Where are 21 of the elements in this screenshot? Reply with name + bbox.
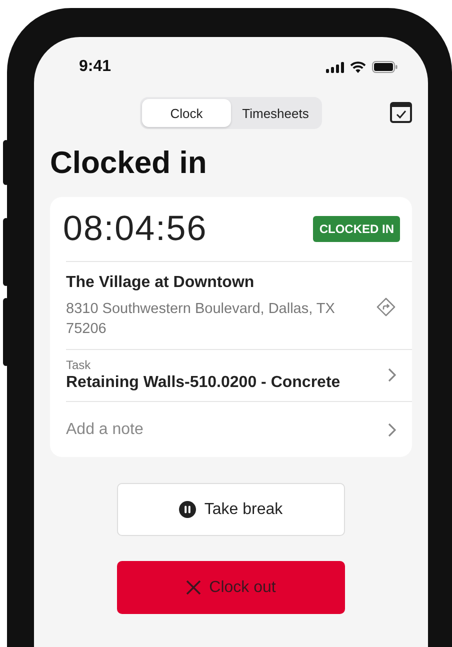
wifi-icon: [350, 61, 366, 73]
status-badge: CLOCKED IN: [313, 216, 400, 242]
chevron-right-icon[interactable]: [388, 422, 396, 436]
status-time: 9:41: [79, 58, 112, 76]
task-value[interactable]: Retaining Walls-510.0200 - Concrete: [66, 374, 340, 392]
page-title: Clocked in: [50, 144, 208, 182]
directions-icon[interactable]: [376, 296, 396, 316]
task-label: Task: [66, 358, 92, 372]
note-field[interactable]: Add a note: [66, 420, 144, 438]
battery-icon: [372, 61, 398, 73]
location-address: 8310 Southwestern Boulevard, Dallas, TX 75206: [66, 300, 336, 339]
elapsed-timer: 08:04:56: [63, 209, 208, 249]
pause-icon: [179, 501, 196, 518]
tab[interactable]: Clock: [142, 99, 231, 127]
chevron-right-icon[interactable]: [388, 368, 396, 382]
take-break-button[interactable]: Take break: [117, 483, 345, 536]
tab[interactable]: Timesheets: [231, 99, 320, 127]
location-name: The Village at Downtown: [66, 274, 256, 292]
close-icon: [186, 580, 202, 595]
calendar-check-icon[interactable]: [390, 102, 412, 123]
signal-icon: [326, 62, 344, 72]
